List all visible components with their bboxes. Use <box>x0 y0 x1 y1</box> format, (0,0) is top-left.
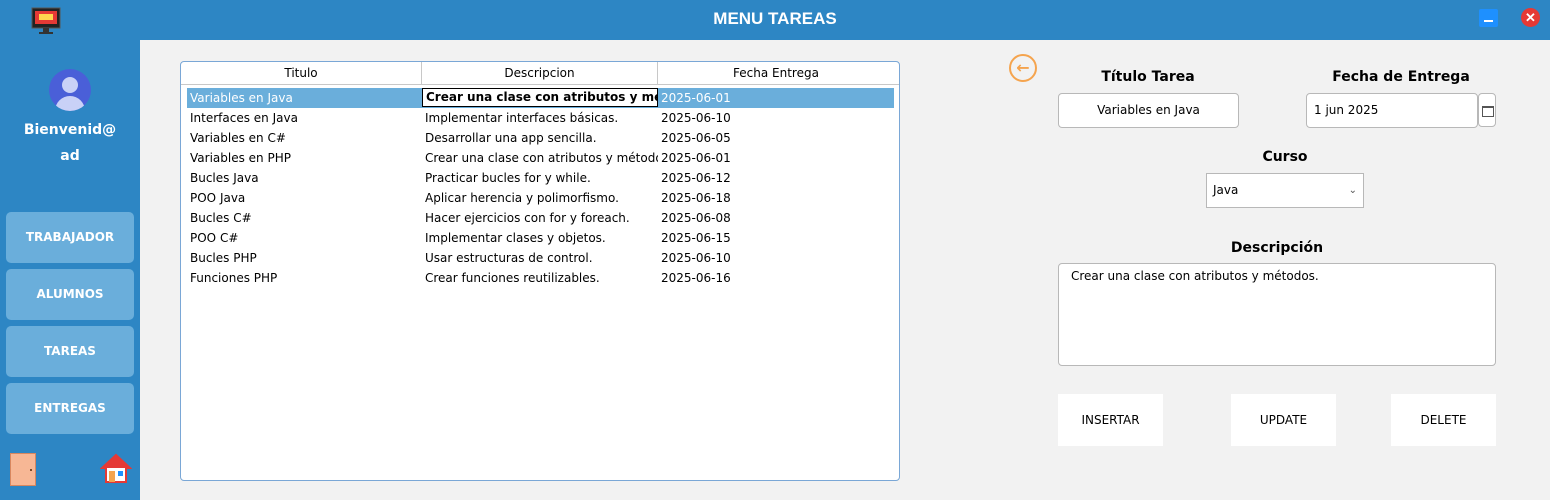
window-title: MENU TAREAS <box>713 9 837 28</box>
arrow-left-icon[interactable]: ← <box>1009 54 1037 82</box>
cell-titulo: Bucles C# <box>190 211 252 225</box>
cell-descripcion: Hacer ejercicios con for y foreach. <box>425 211 630 225</box>
cell-fecha: 2025-06-16 <box>661 271 731 285</box>
nav-alumnos-button[interactable]: ALUMNOS <box>6 269 134 320</box>
home-icon[interactable] <box>100 452 132 484</box>
table-row[interactable]: Interfaces en Java Implementar interface… <box>187 108 894 128</box>
cell-fecha: 2025-06-12 <box>661 171 731 185</box>
username-text: ad <box>60 148 80 164</box>
cell-titulo: Bucles Java <box>190 171 259 185</box>
cell-fecha: 2025-06-05 <box>661 131 731 145</box>
calendar-icon[interactable] <box>1478 93 1496 127</box>
sidebar: Bienvenid@ ad TRABAJADOR ALUMNOS TAREAS … <box>0 40 140 500</box>
cell-fecha: 2025-06-10 <box>661 111 731 125</box>
welcome-text: Bienvenid@ <box>23 122 117 138</box>
cell-fecha: 2025-06-08 <box>661 211 731 225</box>
table-header: Titulo Descripcion Fecha Entrega <box>181 62 899 85</box>
cell-titulo: Funciones PHP <box>190 271 278 285</box>
minimize-button[interactable] <box>1479 9 1498 27</box>
nav-entregas-button[interactable]: ENTREGAS <box>6 383 134 434</box>
column-header-titulo[interactable]: Titulo <box>181 62 422 85</box>
titulo-field[interactable]: Variables en Java <box>1058 93 1239 128</box>
cell-fecha: 2025-06-01 <box>661 151 731 165</box>
cell-fecha: 2025-06-10 <box>661 251 731 265</box>
table-row[interactable]: Bucles Java Practicar bucles for y while… <box>187 168 894 188</box>
insert-button[interactable]: INSERTAR <box>1058 394 1163 446</box>
user-avatar-icon <box>49 69 91 111</box>
cell-titulo: Bucles PHP <box>190 251 257 265</box>
table-row[interactable]: Bucles C# Hacer ejercicios con for y for… <box>187 208 894 228</box>
cell-descripcion: Crear una clase con atributos y métodos. <box>425 151 658 165</box>
table-row[interactable]: Variables en PHP Crear una clase con atr… <box>187 148 894 168</box>
delete-button[interactable]: DELETE <box>1391 394 1496 446</box>
cell-descripcion: Implementar interfaces básicas. <box>425 111 619 125</box>
column-header-fecha[interactable]: Fecha Entrega <box>658 62 894 85</box>
table-row[interactable]: Variables en C# Desarrollar una app senc… <box>187 128 894 148</box>
cell-titulo: POO C# <box>190 231 239 245</box>
descripcion-textarea[interactable]: Crear una clase con atributos y métodos. <box>1058 263 1496 366</box>
curso-label: Curso <box>1262 149 1308 165</box>
cell-descripcion: Aplicar herencia y polimorfismo. <box>425 191 619 205</box>
titulo-label: Título Tarea <box>1101 69 1195 85</box>
cell-titulo: Variables en Java <box>190 91 293 105</box>
curso-select[interactable]: Java ⌄ <box>1206 173 1364 208</box>
nav-trabajador-button[interactable]: TRABAJADOR <box>6 212 134 263</box>
curso-selected-value: Java <box>1213 183 1239 197</box>
cell-titulo: Variables en C# <box>190 131 286 145</box>
table-row[interactable]: POO C# Implementar clases y objetos. 202… <box>187 228 894 248</box>
tasks-table: Titulo Descripcion Fecha Entrega Variabl… <box>180 61 900 481</box>
table-row[interactable]: POO Java Aplicar herencia y polimorfismo… <box>187 188 894 208</box>
table-row[interactable]: Bucles PHP Usar estructuras de control. … <box>187 248 894 268</box>
title-bar: MENU TAREAS ✕ <box>0 0 1550 40</box>
nav-tareas-button[interactable]: TAREAS <box>6 326 134 377</box>
cell-descripcion: Implementar clases y objetos. <box>425 231 606 245</box>
logout-door-icon[interactable] <box>10 453 36 486</box>
table-row[interactable]: Funciones PHP Crear funciones reutilizab… <box>187 268 894 288</box>
fecha-label: Fecha de Entrega <box>1332 69 1470 85</box>
cell-titulo: POO Java <box>190 191 246 205</box>
chevron-down-icon: ⌄ <box>1348 185 1357 196</box>
table-row[interactable]: Variables en Java Crear una clase con at… <box>187 88 894 108</box>
cell-descripcion: Desarrollar una app sencilla. <box>425 131 597 145</box>
descripcion-label: Descripción <box>1230 240 1324 256</box>
fecha-field[interactable]: 1 jun 2025 <box>1306 93 1478 128</box>
cell-descripcion: Crear funciones reutilizables. <box>425 271 600 285</box>
cell-fecha: 2025-06-15 <box>661 231 731 245</box>
column-header-descripcion[interactable]: Descripcion <box>422 62 658 85</box>
cell-fecha: 2025-06-18 <box>661 191 731 205</box>
cell-fecha: 2025-06-01 <box>661 91 731 105</box>
close-button[interactable]: ✕ <box>1521 8 1540 27</box>
cell-titulo: Interfaces en Java <box>190 111 298 125</box>
cell-descripcion: Usar estructuras de control. <box>425 251 593 265</box>
cell-descripcion: Practicar bucles for y while. <box>425 171 591 185</box>
cell-descripcion[interactable]: Crear una clase con atributos y métodos. <box>422 88 658 107</box>
cell-titulo: Variables en PHP <box>190 151 291 165</box>
update-button[interactable]: UPDATE <box>1231 394 1336 446</box>
